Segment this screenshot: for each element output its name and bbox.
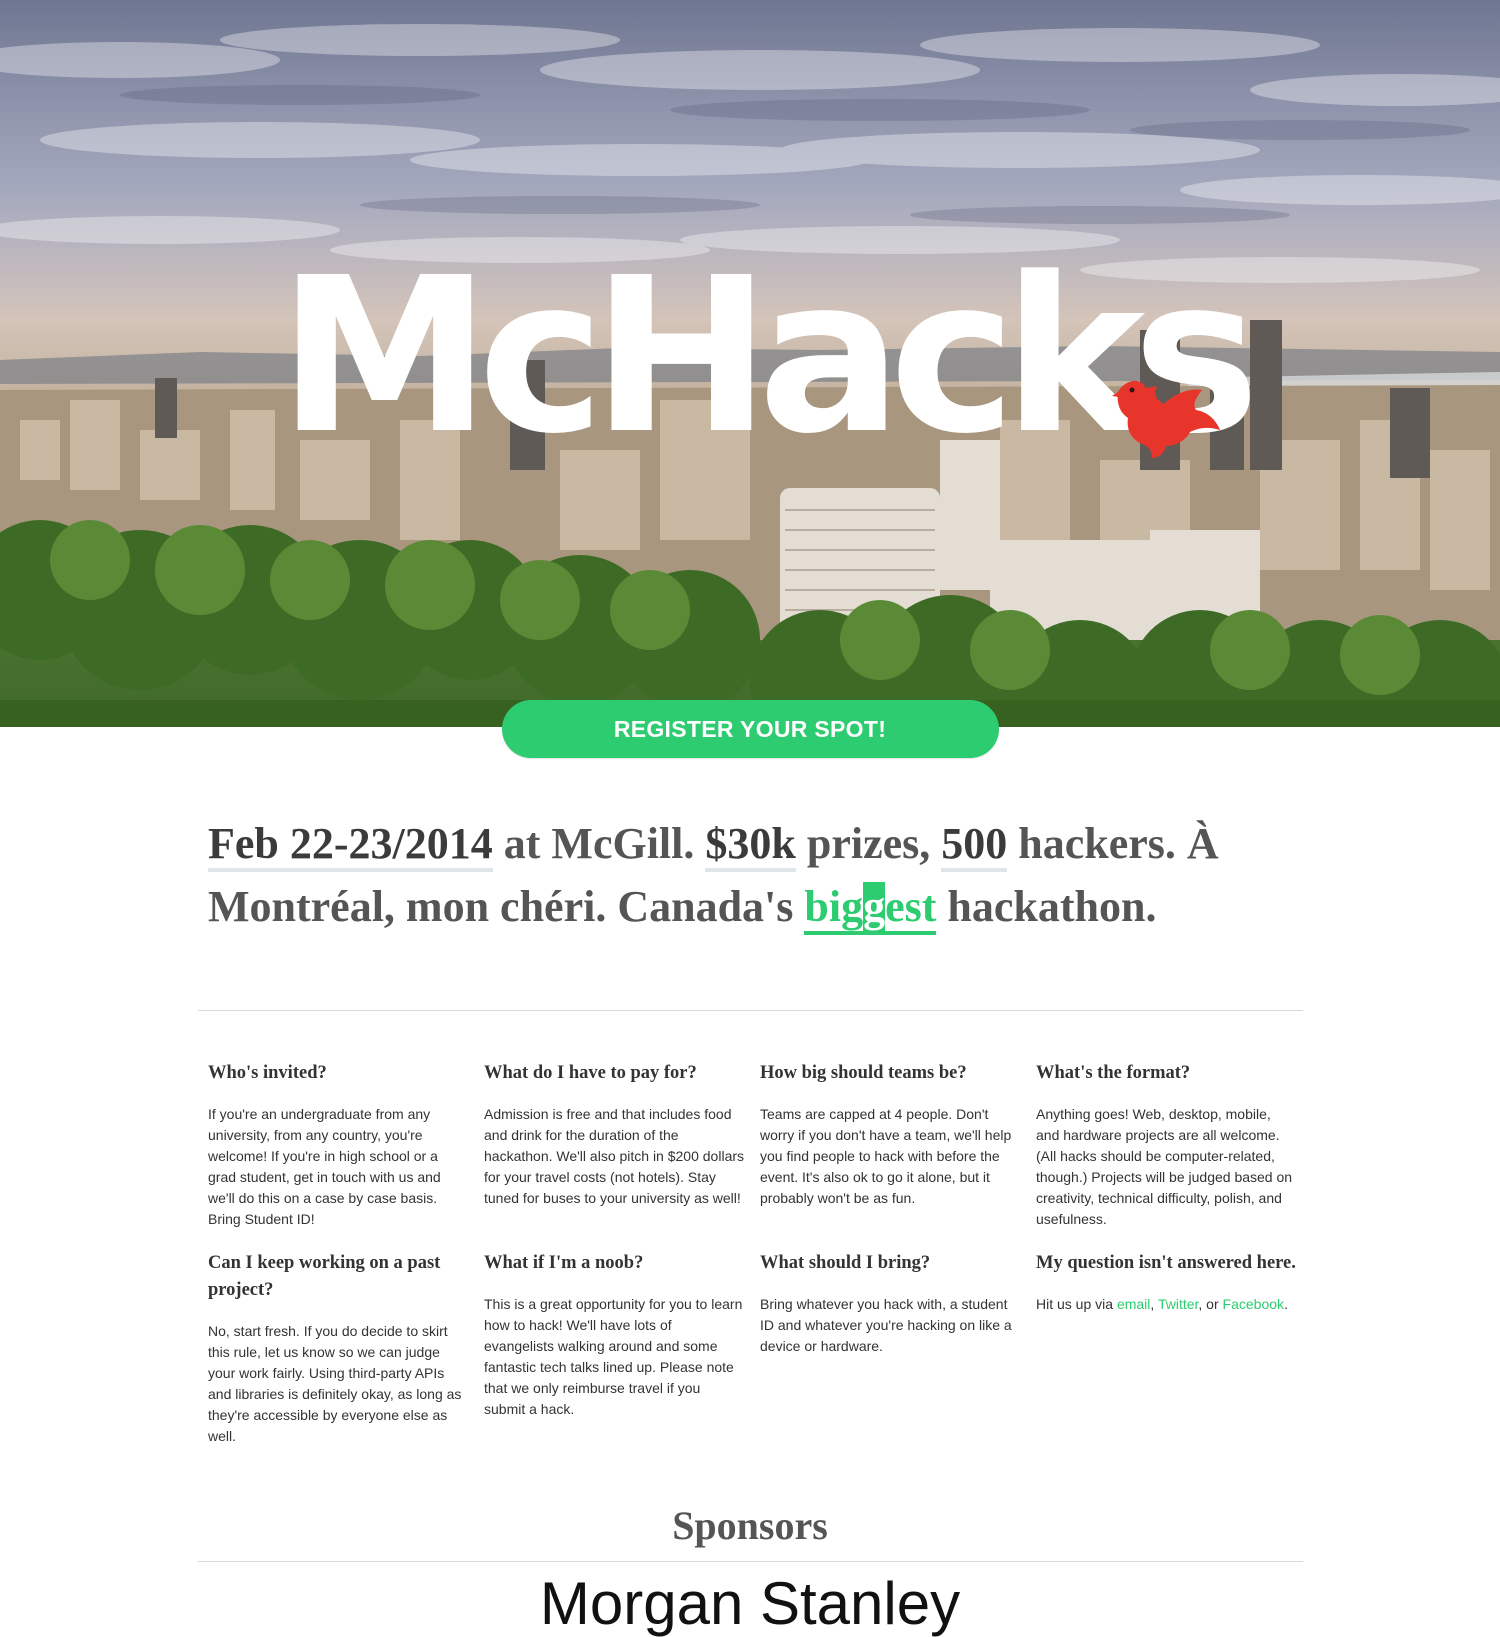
hacker-count: 500 (941, 819, 1008, 872)
faq-question: What's the format? (1036, 1063, 1191, 1083)
faq-item: My question isn't answered here. Hit us … (1036, 1250, 1312, 1447)
faq-answer: This is a great opportunity for you to l… (484, 1296, 743, 1417)
hero-banner: McHacks (0, 0, 1500, 727)
bird-icon (1112, 380, 1220, 458)
faq-answer: If you're an undergraduate from any univ… (208, 1106, 441, 1227)
faq-answer-contact: Hit us up via email, Twitter, or Faceboo… (1036, 1294, 1296, 1315)
biggest-word: biggest (804, 882, 937, 935)
faq-question: What should I bring? (760, 1253, 931, 1273)
prize-amount: $30k (705, 819, 796, 872)
row-spacer (208, 1230, 1312, 1250)
contact-suffix: . (1284, 1296, 1288, 1312)
faq-answer: Teams are capped at 4 people. Don't worr… (760, 1106, 1012, 1206)
tagline-end: hackathon. (936, 882, 1157, 931)
twitter-link[interactable]: Twitter (1158, 1296, 1198, 1312)
faq-item: What should I bring? Bring whatever you … (760, 1250, 1036, 1447)
faq-question: Who's invited? (208, 1063, 327, 1083)
faq-item: How big should teams be? Teams are cappe… (760, 1060, 1036, 1230)
faq-item: What's the format? Anything goes! Web, d… (1036, 1060, 1312, 1230)
sponsors-divider (198, 1561, 1303, 1562)
facebook-link[interactable]: Facebook (1223, 1296, 1284, 1312)
faq-answer: Admission is free and that includes food… (484, 1106, 745, 1206)
faq-question: How big should teams be? (760, 1063, 967, 1083)
biggest-part-1: big (804, 882, 864, 931)
divider (198, 1010, 1303, 1011)
contact-separator: , or (1198, 1296, 1223, 1312)
faq-grid: Who's invited? If you're an undergraduat… (208, 1060, 1308, 1447)
sponsors-heading: Sponsors (672, 1503, 828, 1548)
faq-answer: No, start fresh. If you do decide to ski… (208, 1323, 462, 1444)
faq-item: Can I keep working on a past project? No… (208, 1250, 484, 1447)
faq-item: What do I have to pay for? Admission is … (484, 1060, 760, 1230)
faq-item: What if I'm a noob? This is a great oppo… (484, 1250, 760, 1447)
mchacks-logo-text: McHacks (278, 232, 1260, 481)
biggest-cursor-letter: g (863, 882, 886, 931)
faq-question: What if I'm a noob? (484, 1253, 644, 1273)
faq-question: My question isn't answered here. (1036, 1253, 1296, 1273)
morgan-stanley-logo[interactable]: Morgan Stanley (0, 1574, 1500, 1634)
tagline-prizes: prizes, (795, 819, 942, 868)
faq-question: What do I have to pay for? (484, 1063, 697, 1083)
biggest-part-2: est (885, 882, 937, 931)
faq-answer: Anything goes! Web, desktop, mobile, and… (1036, 1106, 1293, 1227)
event-date: Feb 22-23/2014 (208, 819, 493, 872)
email-link[interactable]: email (1117, 1296, 1150, 1312)
contact-separator: , (1150, 1296, 1158, 1312)
register-button[interactable]: REGISTER YOUR SPOT! (501, 700, 999, 758)
faq-answer: Bring whatever you hack with, a student … (760, 1296, 1012, 1354)
faq-item: Who's invited? If you're an undergraduat… (208, 1060, 484, 1230)
contact-prefix: Hit us up via (1036, 1296, 1117, 1312)
register-area: REGISTER YOUR SPOT! (0, 700, 1500, 758)
tagline-at: at McGill. (492, 819, 706, 868)
faq-question: Can I keep working on a past project? (208, 1253, 441, 1300)
tagline: Feb 22-23/2014 at McGill. $30k prizes, 5… (208, 812, 1308, 938)
